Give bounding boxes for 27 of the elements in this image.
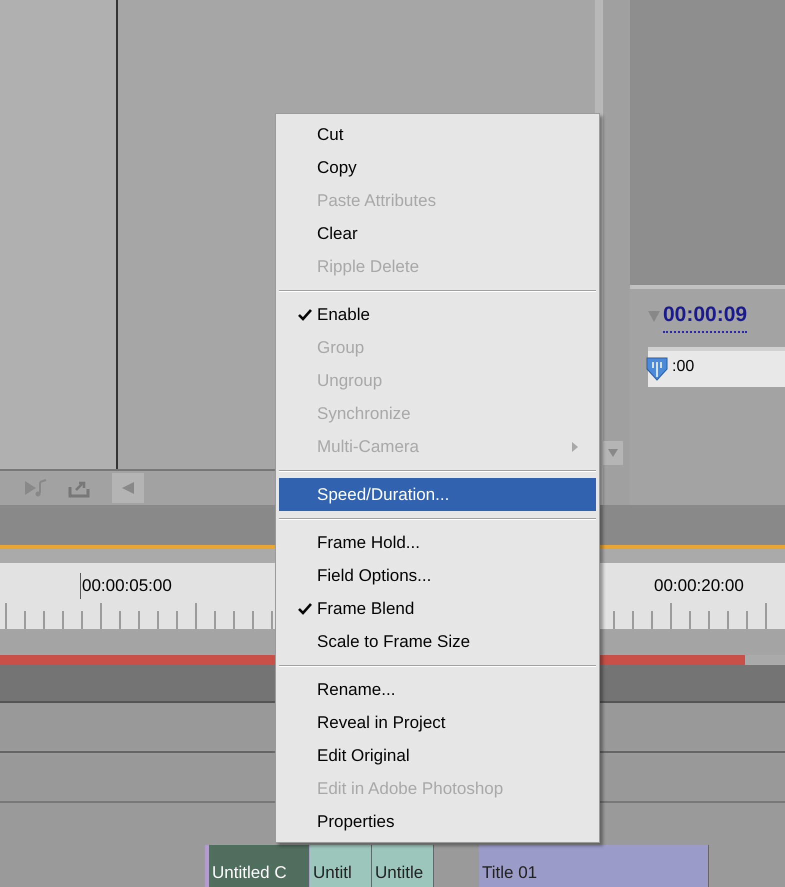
menu-item[interactable]: Clear [279, 217, 596, 250]
scroll-down-arrow-icon [608, 449, 618, 457]
menu-item[interactable]: Speed/Duration... [279, 478, 596, 511]
clip[interactable]: Untitled C [205, 845, 310, 887]
menu-item[interactable]: Rename... [279, 673, 596, 706]
left-arrow-icon [122, 482, 134, 494]
playhead-icon[interactable] [646, 356, 668, 380]
clip[interactable]: Untitle [372, 845, 434, 887]
menu-item[interactable]: Frame Blend [279, 592, 596, 625]
menu-item[interactable]: Properties [279, 805, 596, 838]
menu-item[interactable]: Frame Hold... [279, 526, 596, 559]
submenu-arrow-icon [572, 442, 578, 452]
menu-item[interactable]: Field Options... [279, 559, 596, 592]
menu-item[interactable]: Reveal in Project [279, 706, 596, 739]
clip[interactable]: Untitl [310, 845, 372, 887]
ruler-label: 00:00:05:00 [80, 573, 172, 598]
clip[interactable]: Title 01 [479, 845, 709, 887]
ruler-label: :00 [672, 358, 694, 374]
menu-item[interactable]: Edit Original [279, 739, 596, 772]
menu-item[interactable]: Scale to Frame Size [279, 625, 596, 658]
menu-item[interactable]: Enable [279, 298, 596, 331]
timecode[interactable]: 00:00:09 [663, 299, 748, 332]
audio-play-icon [24, 478, 48, 498]
collapse-triangle-icon [648, 310, 660, 322]
menu-item[interactable]: Cut [279, 118, 596, 151]
ruler-label: 00:00:20:00 [654, 575, 744, 597]
menu-item[interactable]: Copy [279, 151, 596, 184]
